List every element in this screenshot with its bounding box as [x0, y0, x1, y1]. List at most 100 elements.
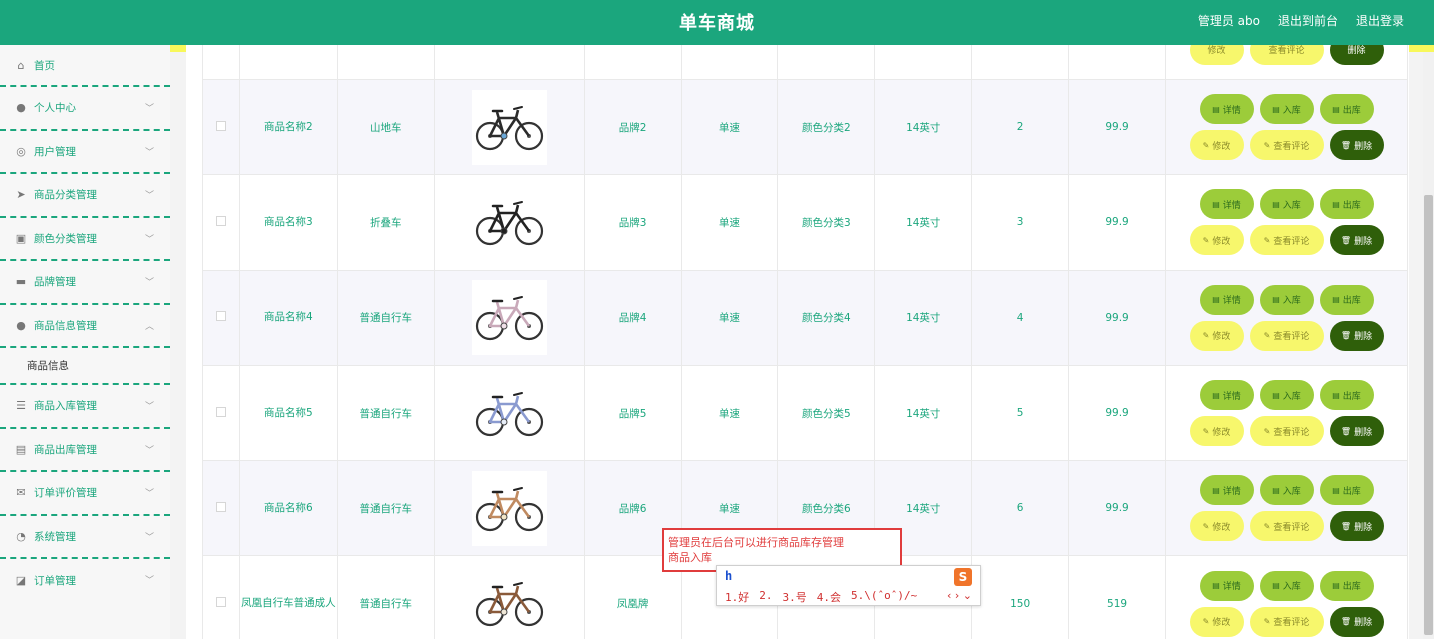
logout-link[interactable]: 退出登录: [1356, 12, 1404, 29]
row-checkbox[interactable]: [215, 311, 226, 322]
product-speed: 单速: [680, 269, 779, 366]
top-navbar: 单车商城 管理员 abo 退出到前台 退出登录: [0, 0, 1434, 45]
trash-icon: 🗑: [1340, 521, 1352, 531]
mail-icon: ✉: [16, 486, 26, 500]
edit-button[interactable]: ✎ 修改: [1189, 320, 1244, 351]
product-brand: 品牌4: [583, 269, 682, 366]
annotation-line-2: 商品入库: [668, 551, 712, 564]
edit-button[interactable]: ✎ 修改: [1189, 225, 1244, 256]
row-checkbox[interactable]: [215, 406, 226, 417]
stock-out-button[interactable]: ▤ 出库: [1319, 380, 1374, 411]
stock-out-button[interactable]: ▤ 出库: [1319, 94, 1374, 125]
stock-in-button[interactable]: ▤ 入库: [1259, 380, 1314, 411]
product-stock: 3: [971, 174, 1070, 271]
row-checkbox[interactable]: [215, 120, 226, 131]
stock-out-button[interactable]: ▤ 出库: [1319, 284, 1374, 315]
document-icon: ▤: [1212, 199, 1220, 209]
ime-candidate[interactable]: 4.会: [817, 589, 841, 605]
sidebar-subitem-product-info[interactable]: 商品信息: [0, 348, 170, 385]
document-icon: ▤: [1272, 104, 1280, 114]
product-speed: 单速: [680, 78, 779, 176]
ime-candidate[interactable]: 3.号: [783, 589, 807, 605]
edit-button[interactable]: ✎ 修改: [1189, 511, 1244, 542]
stock-out-button[interactable]: ▤ 出库: [1319, 475, 1374, 506]
stock-in-button[interactable]: ▤ 入库: [1259, 94, 1314, 125]
row-checkbox[interactable]: [215, 501, 226, 512]
detail-button[interactable]: ▤ 详情: [1199, 94, 1254, 125]
back-to-front-link[interactable]: 退出到前台: [1278, 12, 1338, 29]
stock-out-button[interactable]: ▤ 出库: [1319, 189, 1374, 220]
chevron-down-icon: ﹀: [144, 576, 154, 586]
view-reviews-button[interactable]: 查看评论: [1249, 45, 1324, 65]
delete-button[interactable]: 🗑 删除: [1329, 320, 1384, 351]
detail-button[interactable]: ▤ 详情: [1199, 570, 1254, 601]
sidebar-item-color-management[interactable]: ▣ 颜色分类管理 ﹀: [0, 218, 170, 261]
sidebar-item-home[interactable]: ⌂ 首页: [0, 45, 170, 87]
delete-button[interactable]: 删除: [1329, 45, 1384, 65]
edit-button[interactable]: ✎ 修改: [1189, 416, 1244, 447]
product-image: [433, 174, 585, 271]
detail-button[interactable]: ▤ 详情: [1199, 284, 1254, 315]
stock-in-button[interactable]: ▤ 入库: [1259, 475, 1314, 506]
sidebar-item-product-info-management[interactable]: ● 商品信息管理 ︿: [0, 305, 170, 348]
row-checkbox[interactable]: [215, 597, 226, 608]
row-checkbox-cell: [202, 555, 240, 639]
ime-candidate[interactable]: 2.: [759, 589, 772, 605]
edit-button[interactable]: ✎ 修改: [1189, 130, 1244, 161]
scrollbar-thumb[interactable]: [1424, 195, 1433, 635]
delete-button[interactable]: 🗑 删除: [1329, 225, 1384, 256]
sidebar-item-review-management[interactable]: ✉ 订单评价管理 ﹀: [0, 472, 170, 516]
sidebar-item-user-management[interactable]: ◎ 用户管理 ﹀: [0, 131, 170, 174]
chevron-down-icon: ﹀: [144, 402, 154, 412]
pencil-icon: ✎: [1263, 426, 1271, 436]
edit-button[interactable]: ✎ 修改: [1189, 606, 1244, 637]
product-color: 颜色分类3: [777, 174, 876, 271]
sidebar-item-label: 个人中心: [34, 102, 76, 115]
view-reviews-button[interactable]: ✎ 查看评论: [1249, 225, 1324, 256]
detail-button[interactable]: ▤ 详情: [1199, 475, 1254, 506]
pencil-icon: ✎: [1263, 140, 1271, 150]
view-reviews-button[interactable]: ✎ 查看评论: [1249, 606, 1324, 637]
sidebar-item-stock-out-management[interactable]: ▤ 商品出库管理 ﹀: [0, 429, 170, 472]
view-reviews-button[interactable]: ✎ 查看评论: [1249, 320, 1324, 351]
top-right-links: 管理员 abo 退出到前台 退出登录: [1198, 12, 1404, 29]
sidebar-item-brand-management[interactable]: ▬ 品牌管理 ﹀: [0, 261, 170, 305]
stock-out-button[interactable]: ▤ 出库: [1319, 570, 1374, 601]
edit-button[interactable]: 修改: [1189, 45, 1244, 65]
product-category: 普通自行车: [336, 460, 435, 557]
chevron-down-icon: ﹀: [144, 489, 154, 499]
stock-in-button[interactable]: ▤ 入库: [1259, 284, 1314, 315]
ime-candidate[interactable]: 5.\(ˆoˆ)/~: [851, 589, 917, 605]
row-checkbox[interactable]: [215, 215, 226, 226]
product-name: 商品名称4: [238, 269, 338, 366]
delete-button[interactable]: 🗑 删除: [1329, 606, 1384, 637]
document-icon: ▤: [1212, 581, 1220, 591]
sidebar-item-category-management[interactable]: ➤ 商品分类管理 ﹀: [0, 174, 170, 218]
sidebar-item-stock-in-management[interactable]: ☰ 商品入库管理 ﹀: [0, 385, 170, 429]
admin-user-label[interactable]: 管理员 abo: [1198, 12, 1260, 29]
pencil-icon: ✎: [1202, 426, 1210, 436]
pencil-icon: ✎: [1202, 235, 1210, 245]
view-reviews-button[interactable]: ✎ 查看评论: [1249, 416, 1324, 447]
product-category: 普通自行车: [336, 555, 435, 639]
sidebar-item-order-management[interactable]: ◪ 订单管理 ﹀: [0, 559, 170, 603]
view-reviews-button[interactable]: ✎ 查看评论: [1249, 511, 1324, 542]
delete-button[interactable]: 🗑 删除: [1329, 511, 1384, 542]
stock-in-button[interactable]: ▤ 入库: [1259, 570, 1314, 601]
table-row-partial: 修改 查看评论 删除: [202, 45, 1408, 80]
trash-icon: 🗑: [1340, 426, 1352, 436]
delete-button[interactable]: 🗑 删除: [1329, 130, 1384, 161]
delete-button[interactable]: 🗑 删除: [1329, 416, 1384, 447]
ime-candidate[interactable]: 1.好: [725, 589, 749, 605]
stock-in-button[interactable]: ▤ 入库: [1259, 189, 1314, 220]
ime-page-arrows-icon[interactable]: ‹ › ⌄: [947, 589, 972, 602]
detail-button[interactable]: ▤ 详情: [1199, 380, 1254, 411]
view-reviews-button[interactable]: ✎ 查看评论: [1249, 130, 1324, 161]
sidebar-item-label: 商品信息管理: [34, 319, 97, 332]
sidebar-item-system-management[interactable]: ◔ 系统管理 ﹀: [0, 516, 170, 559]
chevron-up-icon: ︿: [144, 321, 154, 332]
sidebar-item-personal-center[interactable]: ● 个人中心 ﹀: [0, 87, 170, 131]
detail-button[interactable]: ▤ 详情: [1199, 189, 1254, 220]
product-size: 14英寸: [874, 174, 973, 271]
document-icon: ▤: [1212, 104, 1220, 114]
